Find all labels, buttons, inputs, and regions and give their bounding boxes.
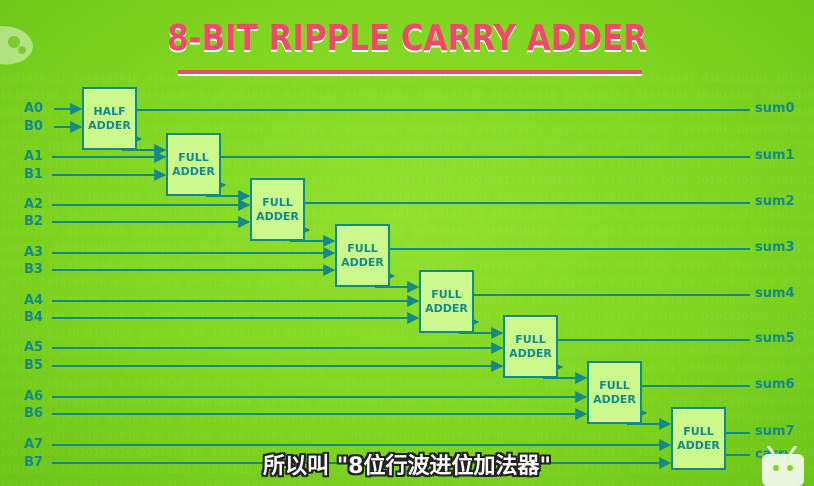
sum-label-3: sum3 [755,240,795,255]
full-adder-box-4: FULL ADDER [419,270,474,333]
sum-label-7: sum7 [755,424,795,439]
full-adder-box-5: FULL ADDER [503,315,558,378]
sum-label-0: sum0 [755,101,795,116]
input-label-a3: A3 [24,245,44,260]
input-label-b5: B5 [24,358,43,373]
input-label-a1: A1 [24,149,44,164]
input-label-b6: B6 [24,406,43,421]
input-label-b1: B1 [24,167,43,182]
input-label-a5: A5 [24,340,44,355]
full-adder-box-6: FULL ADDER [587,361,642,424]
half-adder-box: HALF ADDER [82,87,137,150]
input-label-a0: A0 [24,101,44,116]
input-label-a6: A6 [24,389,44,404]
sum-label-1: sum1 [755,148,795,163]
input-label-b2: B2 [24,214,43,229]
input-label-b0: B0 [24,119,43,134]
full-adder-box-2: FULL ADDER [250,178,305,241]
full-adder-box-3: FULL ADDER [335,224,390,287]
sum-label-5: sum5 [755,331,795,346]
full-adder-box-1: FULL ADDER [166,133,221,196]
sum-label-2: sum2 [755,194,795,209]
subtitle-caption: 所以叫 "8位行波进位加法器" [263,454,551,479]
tv-icon [762,446,804,486]
input-label-b3: B3 [24,262,43,277]
input-label-a4: A4 [24,293,44,308]
input-label-b4: B4 [24,310,43,325]
sum-label-4: sum4 [755,286,795,301]
input-label-a2: A2 [24,197,44,212]
sum-label-6: sum6 [755,377,795,392]
